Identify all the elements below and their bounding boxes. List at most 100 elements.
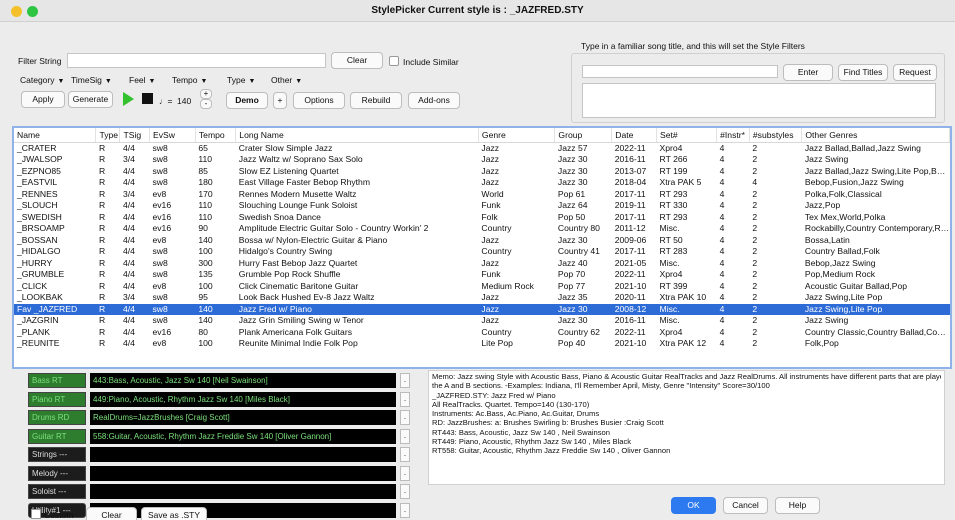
track-menu-button[interactable]: .: [400, 391, 410, 407]
table-cell: 2: [752, 292, 758, 302]
column-header[interactable]: Group: [554, 128, 613, 143]
column-header[interactable]: EvSw: [149, 128, 196, 143]
table-cell: Country 62: [557, 326, 600, 337]
table-row[interactable]: _RENNES R 3/4 ev8 170 Rennes Modern Musette W…: [14, 189, 950, 201]
song-title-input[interactable]: [582, 65, 778, 78]
track-menu-button[interactable]: .: [400, 465, 410, 481]
column-header[interactable]: #Instr*: [716, 128, 750, 143]
column-header[interactable]: Genre: [478, 128, 556, 143]
song-results-list[interactable]: [582, 83, 936, 118]
track-value[interactable]: [90, 447, 396, 462]
table-cell: R: [98, 292, 106, 302]
include-similar-checkbox[interactable]: [389, 56, 399, 66]
column-header[interactable]: TSig: [119, 128, 150, 143]
track-value[interactable]: 558:Guitar, Acoustic, Rhythm Jazz Freddi…: [90, 428, 396, 444]
tempo-down-button[interactable]: -: [200, 99, 212, 109]
table-row[interactable]: _REUNITE R 4/4 ev8 100 Reunite Minimal Indie …: [14, 338, 950, 350]
styles-table[interactable]: Name Type TSig EvSw Tempo Long Name Genre Group…: [12, 126, 952, 369]
column-header[interactable]: Other Genres: [801, 128, 950, 143]
column-header[interactable]: Type: [95, 128, 121, 143]
apply-button[interactable]: Apply: [21, 91, 65, 108]
table-row[interactable]: Fav _JAZFRED R 4/4 sw8 140 Jazz Fred w/ Piano…: [14, 303, 950, 315]
table-row[interactable]: _LOOKBAK R 3/4 sw8 95 Look Back Hushed Ev-8 J…: [14, 292, 950, 304]
table-row[interactable]: _SWEDISH R 4/4 ev16 110 Swedish Snoa Dance Fol…: [14, 212, 950, 224]
save-as-sty-button[interactable]: Save as .STY: [141, 507, 207, 520]
tempo-up-button[interactable]: +: [200, 89, 212, 99]
addons-button[interactable]: Add-ons: [408, 92, 460, 109]
category-menu[interactable]: Category ▼: [20, 75, 64, 85]
table-row[interactable]: _JAZGRIN R 4/4 sw8 140 Jazz Grin Smiling Swin…: [14, 315, 950, 327]
timesig-menu[interactable]: TimeSig ▼: [71, 75, 112, 85]
track-value[interactable]: 449:Piano, Acoustic, Rhythm Jazz Sw 140 …: [90, 391, 396, 407]
demo-plus-button[interactable]: +: [273, 92, 287, 109]
track-menu-button[interactable]: .: [400, 373, 410, 388]
category-label: Category: [20, 75, 55, 85]
generate-button[interactable]: Generate: [68, 91, 113, 108]
column-header[interactable]: Set#: [656, 128, 718, 143]
track-label[interactable]: Melody ---: [28, 465, 86, 481]
filter-clear-button[interactable]: Clear: [331, 52, 383, 69]
track-label[interactable]: Drums RD: [28, 410, 86, 425]
table-row[interactable]: _GRUMBLE R 4/4 sw8 135 Grumble Pop Rock Shuff…: [14, 269, 950, 281]
table-row[interactable]: _HIDALGO R 4/4 sw8 100 Hidalgo's Country Swin…: [14, 246, 950, 258]
rebuild-button[interactable]: Rebuild: [350, 92, 402, 109]
track-label[interactable]: Strings ---: [28, 447, 86, 462]
cancel-button[interactable]: Cancel: [723, 497, 768, 514]
tempo-menu[interactable]: Tempo ▼: [172, 75, 207, 85]
track-menu-button[interactable]: .: [400, 428, 410, 444]
table-cell: 2022-11: [614, 142, 646, 153]
track-menu-button[interactable]: .: [400, 447, 410, 462]
column-header[interactable]: Date: [611, 128, 658, 143]
track-menu-button[interactable]: .: [400, 502, 410, 518]
table-cell: Tex Mex,World,Polka: [804, 211, 886, 222]
feel-menu[interactable]: Feel ▼: [129, 75, 155, 85]
table-row[interactable]: _HURRY R 4/4 sw8 300 Hurry Fast Bebop Jazz Qu…: [14, 258, 950, 270]
table-cell: Pop 70: [557, 269, 586, 279]
table-cell: Fav _JAZFRED: [14, 303, 96, 315]
other-menu[interactable]: Other ▼: [271, 75, 302, 85]
track-value[interactable]: [90, 484, 396, 499]
table-cell: _SLOUCH: [17, 200, 58, 210]
request-button[interactable]: Request: [893, 64, 937, 81]
track-label[interactable]: Bass RT: [28, 373, 86, 388]
demo-button[interactable]: Demo: [226, 92, 268, 109]
track-label[interactable]: Piano RT: [28, 391, 86, 407]
table-row[interactable]: _BOSSAN R 4/4 ev8 140 Bossa w/ Nylon-Electric…: [14, 235, 950, 247]
table-row[interactable]: _JWALSOP R 3/4 sw8 110 Jazz Waltz w/ Soprano …: [14, 154, 950, 166]
type-menu[interactable]: Type ▼: [227, 75, 255, 85]
tempo-value[interactable]: 140: [177, 96, 191, 106]
find-titles-button[interactable]: Find Titles: [838, 64, 888, 81]
column-header[interactable]: Tempo: [195, 128, 237, 143]
table-row[interactable]: _EASTVIL R 4/4 sw8 180 East Village Faster Be…: [14, 177, 950, 189]
filter-string-input[interactable]: [67, 53, 326, 68]
column-header[interactable]: #substyles: [749, 128, 803, 143]
table-row[interactable]: _SLOUCH R 4/4 ev16 110 Slouching Lounge Funk …: [14, 200, 950, 212]
help-button[interactable]: Help: [775, 497, 820, 514]
track-label[interactable]: Soloist ---: [28, 484, 86, 499]
table-cell: Jazz: [481, 234, 500, 245]
column-header[interactable]: Name: [14, 128, 97, 143]
table-row[interactable]: _CRATER R 4/4 sw8 65 Crater Slow Simple Jazz J…: [14, 142, 950, 154]
stop-icon[interactable]: [142, 93, 153, 104]
table-cell: _BOSSAN: [17, 234, 58, 245]
ok-button[interactable]: OK: [671, 497, 716, 514]
table-cell: _CRATER: [17, 142, 57, 153]
table-cell: 4: [719, 315, 725, 325]
track-menu-button[interactable]: .: [400, 410, 410, 425]
play-icon[interactable]: [123, 92, 134, 106]
column-header[interactable]: Long Name: [235, 128, 479, 143]
track-value[interactable]: [90, 465, 396, 481]
track-value[interactable]: RealDrums=JazzBrushes [Craig Scott]: [90, 410, 396, 425]
table-cell: Jazz Swing,Lite Pop: [801, 303, 950, 315]
custom-checkbox[interactable]: [31, 509, 41, 519]
enter-button[interactable]: Enter: [783, 64, 833, 81]
table-row[interactable]: _BRSOAMP R 4/4 ev16 90 Amplitude Electric Gui…: [14, 223, 950, 235]
table-row[interactable]: _CLICK R 4/4 ev8 100 Click Cinematic Baritone…: [14, 281, 950, 293]
options-button[interactable]: Options: [293, 92, 345, 109]
tracks-clear-button[interactable]: Clear: [86, 507, 137, 520]
track-value[interactable]: 443:Bass, Acoustic, Jazz Sw 140 [Neil Sw…: [90, 373, 396, 388]
track-label[interactable]: Guitar RT: [28, 428, 86, 444]
table-row[interactable]: _PLANK R 4/4 ev16 80 Plank Americana Folk Gui…: [14, 327, 950, 339]
track-menu-button[interactable]: .: [400, 484, 410, 499]
table-row[interactable]: _EZPNO85 R 4/4 sw8 85 Slow EZ Listening Quart…: [14, 166, 950, 178]
